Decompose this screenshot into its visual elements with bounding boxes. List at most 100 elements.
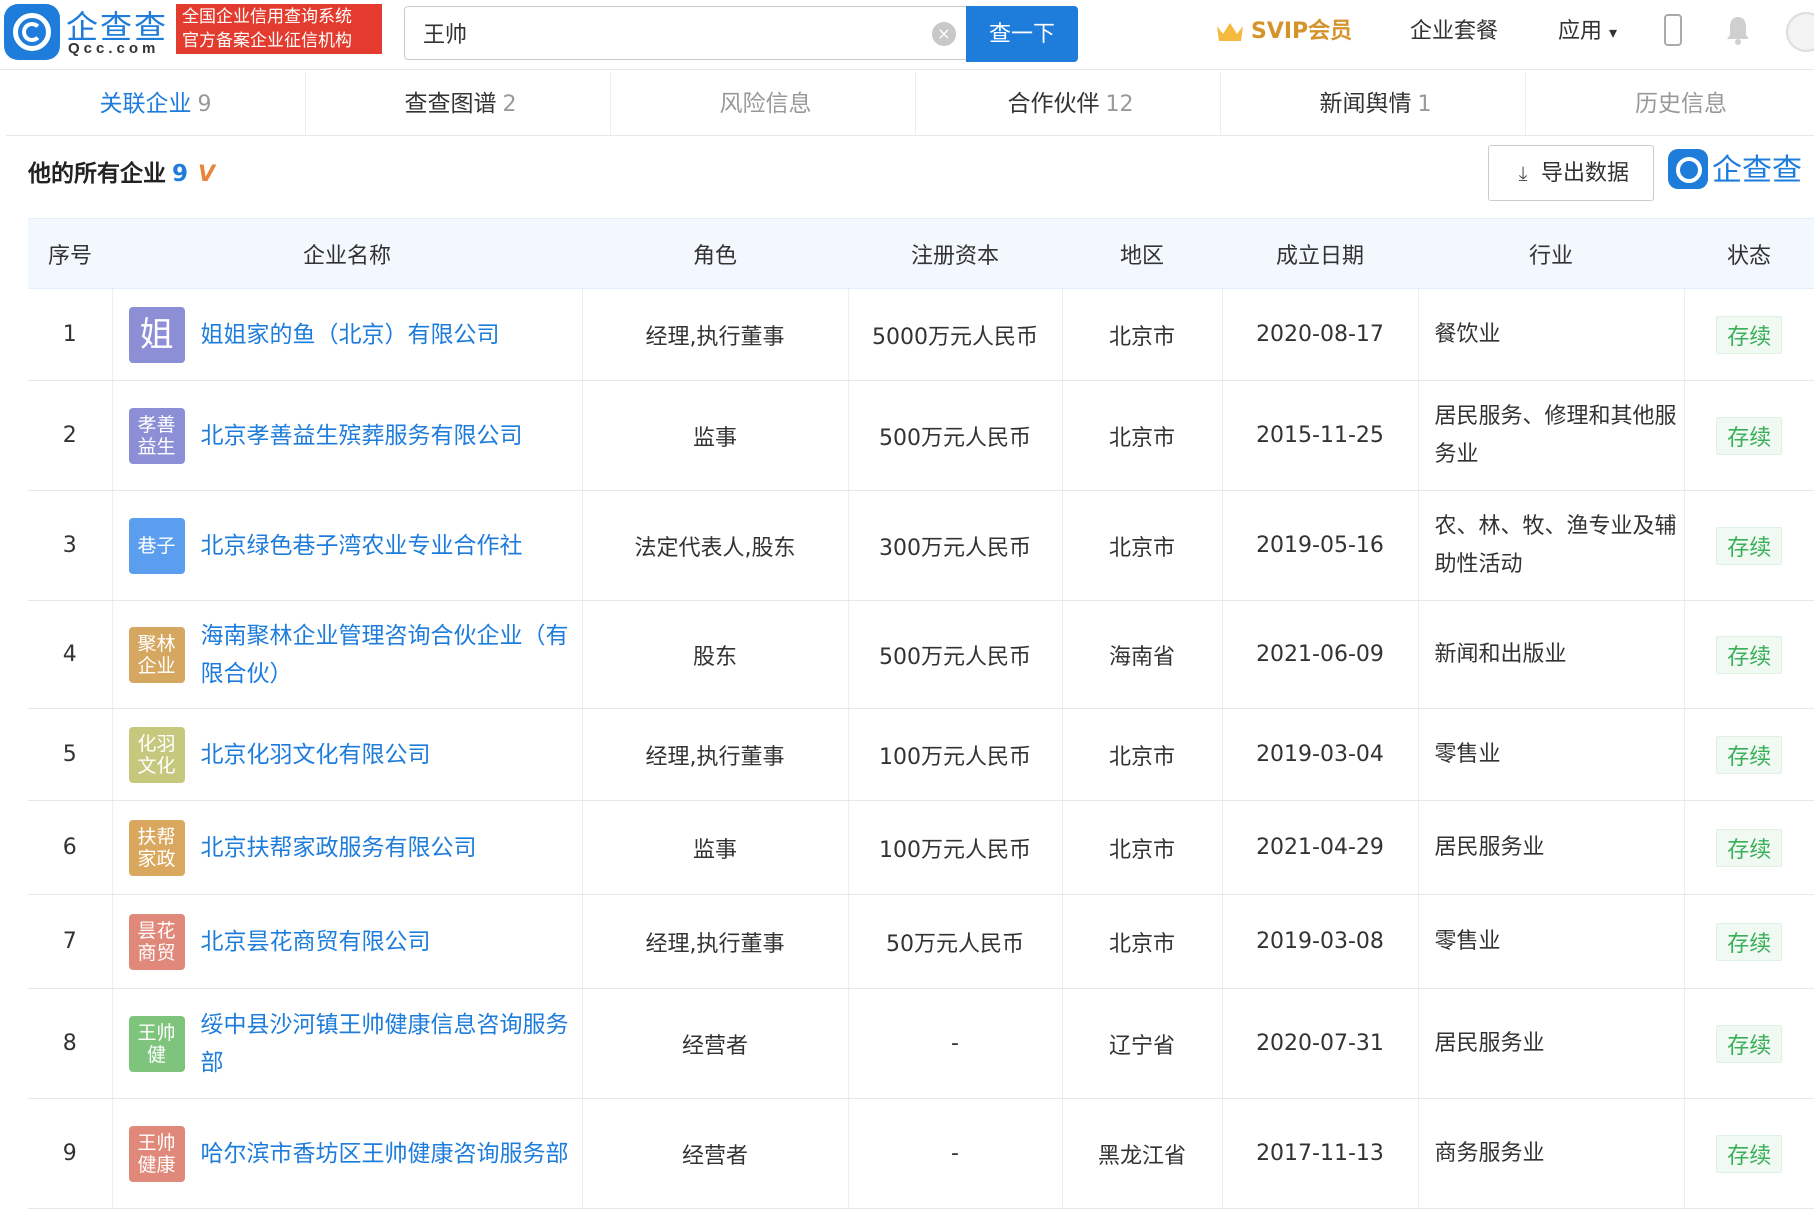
table-row[interactable]: 7 昙花商贸 北京昙花商贸有限公司 经理,执行董事 50万元人民币 北京市 2019-03-… xyxy=(28,894,1814,989)
company-logo[interactable]: 孝善益生 xyxy=(128,407,185,464)
date-cell: 2017-11-13 xyxy=(1222,1098,1419,1209)
tab-count: 9 xyxy=(197,92,212,117)
enterprise-package-link[interactable]: 企业套餐 xyxy=(1410,14,1498,50)
status-badge: 存续 xyxy=(1716,635,1783,674)
region-cell: 北京市 xyxy=(1062,800,1223,895)
capital-cell: 5000万元人民币 xyxy=(848,288,1063,381)
company-logo[interactable]: 扶帮家政 xyxy=(128,819,185,876)
bell-icon[interactable] xyxy=(1724,14,1752,46)
col-header-name: 企业名称 xyxy=(112,218,582,289)
tab-graph[interactable]: 查查图谱 2 xyxy=(311,72,611,136)
region-cell: 海南省 xyxy=(1062,600,1223,709)
table-row[interactable]: 5 化羽文化 北京化羽文化有限公司 经理,执行董事 100万元人民币 北京市 2019-03… xyxy=(28,708,1814,801)
tab-count: 12 xyxy=(1105,92,1134,117)
company-cell: 昙花商贸 北京昙花商贸有限公司 xyxy=(112,894,583,989)
company-name-link[interactable]: 海南聚林企业管理咨询合伙企业（有限合伙） xyxy=(201,617,572,693)
status-cell: 存续 xyxy=(1684,800,1814,895)
company-name-link[interactable]: 绥中县沙河镇王帅健康信息咨询服务部 xyxy=(201,1006,572,1082)
table-header-row: 序号 企业名称 角色 注册资本 地区 成立日期 行业 状态 xyxy=(28,218,1814,289)
date-cell: 2020-07-31 xyxy=(1222,988,1419,1099)
clear-icon[interactable]: × xyxy=(932,22,956,46)
tab-risk[interactable]: 风险信息 xyxy=(616,72,916,136)
date-cell: 2019-05-16 xyxy=(1222,490,1419,601)
export-data-button[interactable]: ⤓ 导出数据 xyxy=(1488,145,1654,201)
col-header-status: 状态 xyxy=(1684,218,1814,289)
search-button[interactable]: 查一下 xyxy=(966,6,1078,62)
qcc-logo-icon[interactable] xyxy=(4,4,60,60)
tab-history[interactable]: 历史信息 xyxy=(1531,72,1814,136)
col-header-role: 角色 xyxy=(582,218,848,289)
col-header-industry: 行业 xyxy=(1418,218,1684,289)
col-header-region: 地区 xyxy=(1062,218,1222,289)
role-cell: 经营者 xyxy=(582,1098,849,1209)
table-row[interactable]: 1 姐姐姐家的鱼（北京）有限公司 经理,执行董事 5000万元人民币 北京市 2020-0… xyxy=(28,288,1814,381)
tab-label: 历史信息 xyxy=(1635,91,1727,117)
apps-label: 应用 xyxy=(1558,19,1603,44)
date-cell: 2020-08-17 xyxy=(1222,288,1419,381)
date-cell: 2021-04-29 xyxy=(1222,800,1419,895)
company-name-link[interactable]: 北京孝善益生殡葬服务有限公司 xyxy=(201,417,523,455)
industry-cell: 居民服务、修理和其他服务业 xyxy=(1418,380,1685,491)
company-logo[interactable]: 聚林企业 xyxy=(128,626,185,683)
badge-line-2: 官方备案企业征信机构 xyxy=(182,31,352,51)
col-header-date: 成立日期 xyxy=(1222,218,1418,289)
status-badge: 存续 xyxy=(1716,922,1783,961)
tab-label: 查查图谱 xyxy=(404,91,497,117)
logo-domain: Qcc.com xyxy=(68,40,160,57)
company-cell: 扶帮家政 北京扶帮家政服务有限公司 xyxy=(112,800,583,895)
apps-menu[interactable]: 应用 ▾ xyxy=(1558,14,1617,50)
tab-partners[interactable]: 合作伙伴 12 xyxy=(921,72,1221,136)
company-cell: 孝善益生 北京孝善益生殡葬服务有限公司 xyxy=(112,380,583,491)
company-logo[interactable]: 巷子 xyxy=(128,517,185,574)
company-name-link[interactable]: 哈尔滨市香坊区王帅健康咨询服务部 xyxy=(201,1135,569,1173)
status-cell: 存续 xyxy=(1684,894,1814,989)
search-input[interactable] xyxy=(423,17,903,49)
company-cell: 王帅健 绥中县沙河镇王帅健康信息咨询服务部 xyxy=(112,988,583,1099)
status-badge: 存续 xyxy=(1716,416,1783,455)
status-badge: 存续 xyxy=(1716,526,1783,565)
industry-cell: 居民服务业 xyxy=(1418,800,1685,895)
company-logo[interactable]: 王帅健 xyxy=(128,1015,185,1072)
company-name-link[interactable]: 北京扶帮家政服务有限公司 xyxy=(201,829,477,867)
status-badge: 存续 xyxy=(1716,735,1783,774)
status-cell: 存续 xyxy=(1684,988,1814,1099)
company-logo[interactable]: 姐 xyxy=(128,306,185,363)
company-logo[interactable]: 昙花商贸 xyxy=(128,913,185,970)
row-number: 1 xyxy=(28,288,113,381)
tab-count: 2 xyxy=(502,92,517,117)
role-cell: 经理,执行董事 xyxy=(582,894,849,989)
export-label: 导出数据 xyxy=(1540,161,1629,186)
table-row[interactable]: 4 聚林企业 海南聚林企业管理咨询合伙企业（有限合伙） 股东 500万元人民币 海南省 20… xyxy=(28,600,1814,709)
svip-link[interactable]: SVIP会员 xyxy=(1215,14,1352,50)
company-name-link[interactable]: 姐姐家的鱼（北京）有限公司 xyxy=(201,316,500,354)
table-row[interactable]: 3 巷子 北京绿色巷子湾农业专业合作社 法定代表人,股东 300万元人民币 北京市 2019… xyxy=(28,490,1814,601)
status-cell: 存续 xyxy=(1684,600,1814,709)
company-cell: 姐姐姐家的鱼（北京）有限公司 xyxy=(112,288,583,381)
region-cell: 黑龙江省 xyxy=(1062,1098,1223,1209)
company-name-link[interactable]: 北京昙花商贸有限公司 xyxy=(201,923,431,961)
status-badge: 存续 xyxy=(1716,1024,1783,1063)
company-name-link[interactable]: 北京绿色巷子湾农业专业合作社 xyxy=(201,527,523,565)
tab-label: 合作伙伴 xyxy=(1007,91,1100,117)
company-cell: 巷子 北京绿色巷子湾农业专业合作社 xyxy=(112,490,583,601)
tab-news[interactable]: 新闻舆情 1 xyxy=(1226,72,1526,136)
status-cell: 存续 xyxy=(1684,380,1814,491)
row-number: 4 xyxy=(28,600,113,709)
date-cell: 2015-11-25 xyxy=(1222,380,1419,491)
company-logo[interactable]: 王帅健康 xyxy=(128,1125,185,1182)
download-icon: ⤓ xyxy=(1518,161,1528,185)
tab-related-companies[interactable]: 关联企业 9 xyxy=(6,72,306,136)
col-header-no: 序号 xyxy=(28,218,112,289)
table-row[interactable]: 8 王帅健 绥中县沙河镇王帅健康信息咨询服务部 经营者 - 辽宁省 2020-07-31 居民… xyxy=(28,988,1814,1099)
company-name-link[interactable]: 北京化羽文化有限公司 xyxy=(201,736,431,774)
status-cell: 存续 xyxy=(1684,1098,1814,1209)
tab-label: 关联企业 xyxy=(99,91,192,117)
table-row[interactable]: 2 孝善益生 北京孝善益生殡葬服务有限公司 监事 500万元人民币 北京市 2015-11-… xyxy=(28,380,1814,491)
phone-icon[interactable] xyxy=(1664,14,1682,46)
region-cell: 北京市 xyxy=(1062,708,1223,801)
region-cell: 北京市 xyxy=(1062,288,1223,381)
avatar[interactable] xyxy=(1786,12,1814,52)
table-row[interactable]: 9 王帅健康 哈尔滨市香坊区王帅健康咨询服务部 经营者 - 黑龙江省 2017-11-13 商… xyxy=(28,1098,1814,1209)
table-row[interactable]: 6 扶帮家政 北京扶帮家政服务有限公司 监事 100万元人民币 北京市 2021-04-29… xyxy=(28,800,1814,895)
company-logo[interactable]: 化羽文化 xyxy=(128,726,185,783)
